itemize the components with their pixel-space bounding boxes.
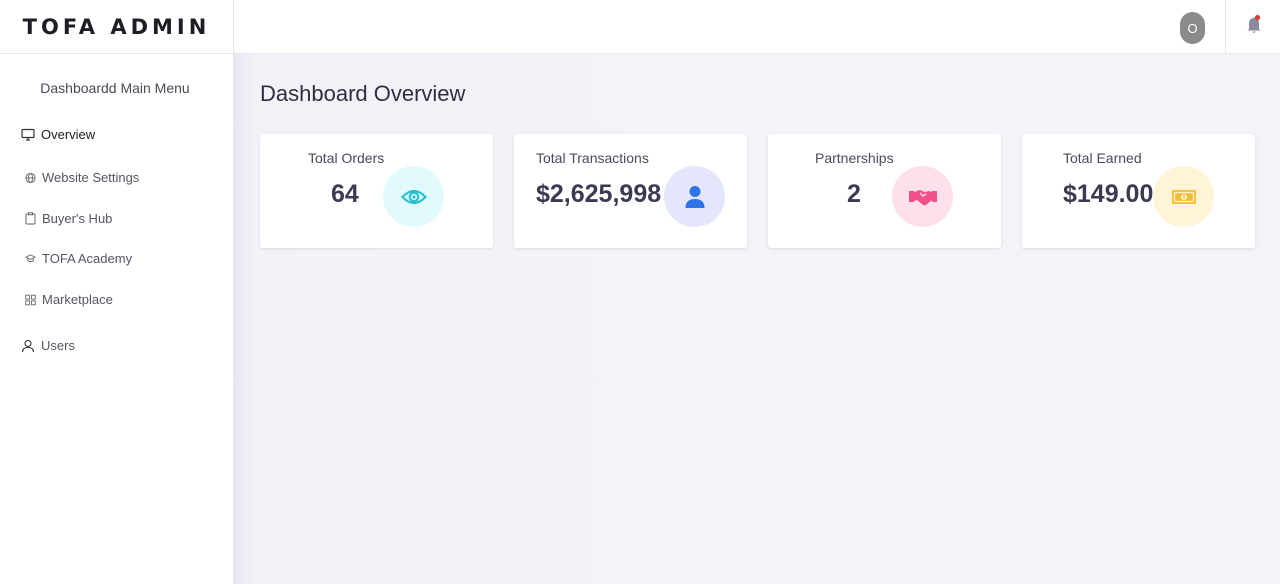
stat-card-partnerships: Partnerships 2 [768,134,1001,248]
stat-card-total-orders: Total Orders 64 [260,134,493,248]
card-label: Partnerships [815,150,894,166]
handshake-icon [892,166,953,227]
stat-card-total-earned: Total Earned $149.00 [1022,134,1255,248]
sidebar: Dashboardd Main Menu Overview Website Se… [0,54,234,584]
sidebar-item-label: Buyer's Hub [42,211,113,226]
divider [1225,0,1226,54]
card-label: Total Transactions [536,150,649,166]
card-value: $149.00 [1063,180,1154,208]
graduation-cap-icon [25,251,36,266]
stat-card-total-transactions: Total Transactions $2,625,998 [514,134,747,248]
card-value: 64 [331,180,359,208]
page-title: Dashboard Overview [260,81,466,106]
card-value: 2 [847,180,861,208]
top-bar: TOFA ADMIN O [0,0,1280,54]
brand-name: TOFA ADMIN [22,15,211,39]
sidebar-item-label: Website Settings [42,170,140,185]
sidebar-item-website-settings[interactable]: Website Settings [25,170,139,185]
bell-icon[interactable] [1244,14,1264,36]
grid-icon [25,292,36,307]
sidebar-title: Dashboardd Main Menu [40,80,190,96]
sidebar-item-label: Users [41,338,75,353]
sidebar-item-label: Marketplace [42,292,113,307]
avatar[interactable]: O [1180,12,1205,44]
card-label: Total Earned [1063,150,1142,166]
user-icon [20,338,35,353]
brand-logo[interactable]: TOFA ADMIN [0,0,234,54]
notification-dot [1254,14,1261,21]
user-icon [664,166,725,227]
card-value: $2,625,998 [536,180,662,208]
clipboard-icon [25,211,36,226]
money-icon [1153,166,1214,227]
sidebar-item-overview[interactable]: Overview [20,127,95,142]
sidebar-item-buyers-hub[interactable]: Buyer's Hub [25,211,112,226]
sidebar-item-label: TOFA Academy [42,251,133,266]
main-content: Dashboard Overview Total Orders 64 Total… [234,54,1280,584]
card-label: Total Orders [308,150,385,166]
sidebar-item-marketplace[interactable]: Marketplace [25,292,113,307]
globe-icon [25,170,36,185]
sidebar-item-tofa-academy[interactable]: TOFA Academy [25,251,132,266]
sidebar-item-label: Overview [41,127,96,142]
monitor-icon [20,127,35,142]
sidebar-item-users[interactable]: Users [20,338,75,353]
eye-icon [383,166,444,227]
